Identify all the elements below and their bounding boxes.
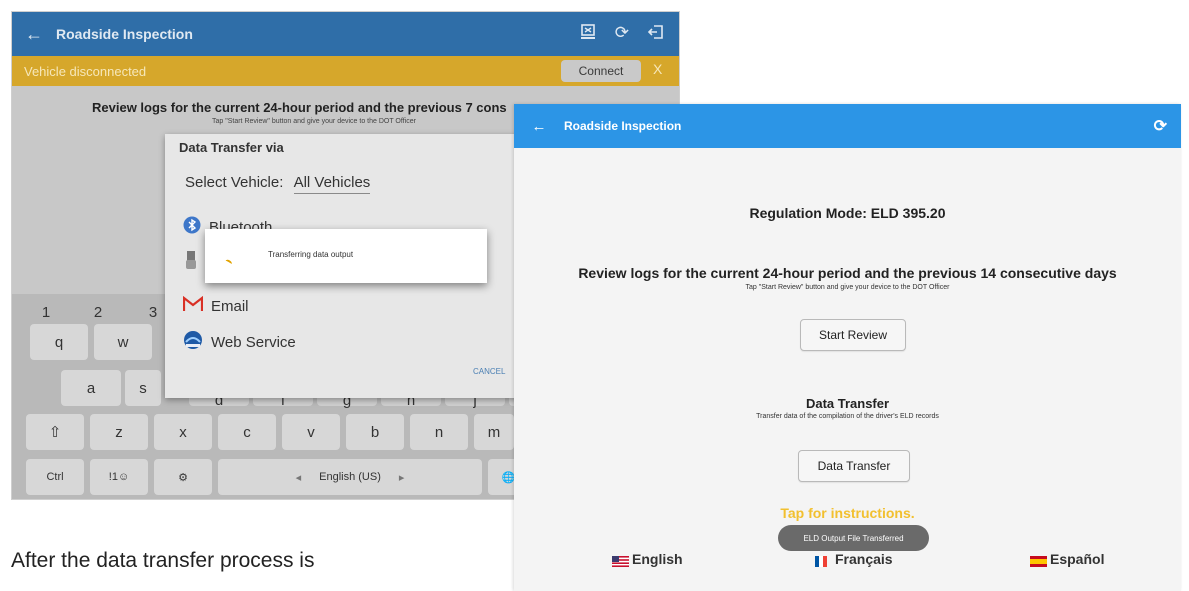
logout-icon[interactable] — [647, 23, 665, 46]
gmail-icon — [182, 295, 204, 316]
option-web-service[interactable]: Web Service — [183, 330, 296, 354]
fmcsa-icon — [183, 330, 203, 354]
right-app-title: Roadside Inspection — [564, 119, 682, 133]
key-w[interactable]: w — [94, 324, 152, 360]
regulation-mode: Regulation Mode: ELD 395.20 — [749, 205, 946, 221]
key-a[interactable]: a — [61, 370, 121, 406]
review-heading: Review logs for the current 24-hour peri… — [578, 265, 1117, 281]
vehicle-status-banner: Vehicle disconnected Connect X — [12, 56, 679, 86]
start-review-button[interactable]: Start Review — [800, 319, 906, 351]
left-review-heading: Review logs for the current 24-hour peri… — [92, 100, 507, 115]
usb-icon — [183, 250, 199, 274]
refresh-icon[interactable]: ⟳ — [615, 23, 629, 46]
data-transfer-heading: Data Transfer — [805, 396, 890, 411]
language-label: Español — [1050, 551, 1105, 567]
transfer-progress-dialog: Transferring data output — [205, 229, 487, 283]
select-vehicle-label: Select Vehicle: — [185, 174, 284, 191]
left-app-bar: ← Roadside Inspection ⟳ — [12, 12, 679, 56]
connect-button[interactable]: Connect — [561, 60, 641, 82]
key-shift[interactable]: ⇧ — [26, 414, 84, 450]
key-space[interactable]: ◂ English (US) ▸ — [218, 459, 482, 495]
caption-text: After the data transfer process is — [11, 549, 315, 572]
cancel-button[interactable]: CANCEL — [473, 367, 505, 376]
key-n[interactable]: n — [410, 414, 468, 450]
review-subtext: Tap "Start Review" button and give your … — [745, 284, 950, 291]
key-q[interactable]: q — [30, 324, 88, 360]
right-screenshot: ← Roadside Inspection ⟳ Regulation Mode:… — [514, 104, 1181, 591]
key-s[interactable]: s — [125, 370, 161, 406]
key-c[interactable]: c — [218, 414, 276, 450]
right-content: Regulation Mode: ELD 395.20 Review logs … — [514, 148, 1181, 591]
select-vehicle-dropdown[interactable]: All Vehicles — [293, 174, 371, 194]
us-flag-icon — [612, 554, 629, 567]
data-transfer-subtext: Transfer data of the compilation of the … — [756, 413, 939, 420]
loading-spinner-icon — [224, 258, 233, 267]
france-flag-icon — [815, 554, 832, 567]
eld-download-icon[interactable] — [579, 23, 597, 46]
language-label: English — [632, 551, 683, 567]
key-ctrl[interactable]: Ctrl — [26, 459, 84, 495]
left-app-title: Roadside Inspection — [56, 26, 193, 42]
page: ← Roadside Inspection ⟳ Vehicle disconne… — [0, 0, 1189, 591]
right-app-bar: ← Roadside Inspection ⟳ — [514, 104, 1181, 148]
space-language-label: English (US) — [319, 471, 381, 483]
key-x[interactable]: x — [154, 414, 212, 450]
key-b[interactable]: b — [346, 414, 404, 450]
refresh-icon[interactable]: ⟳ — [1154, 116, 1181, 136]
option-email[interactable]: Email — [182, 295, 249, 316]
settings-icon: ⚙ — [178, 471, 188, 484]
spain-flag-icon — [1030, 554, 1047, 567]
back-arrow-icon[interactable]: ← — [12, 24, 56, 45]
bluetooth-icon — [183, 216, 201, 238]
instructions-link[interactable]: Tap for instructions. — [514, 505, 1181, 521]
key-symbols[interactable]: !1☺ — [90, 459, 148, 495]
option-label: Web Service — [211, 333, 296, 351]
banner-text: Vehicle disconnected — [24, 63, 147, 79]
option-usb[interactable] — [183, 250, 199, 274]
left-app-actions: ⟳ — [579, 23, 679, 46]
language-label: Français — [835, 551, 893, 567]
option-label: Email — [211, 297, 249, 315]
key-m[interactable]: m — [474, 414, 514, 450]
toast-message: ELD Output File Transferred — [778, 525, 929, 551]
language-spanish[interactable]: Español — [1030, 551, 1104, 567]
dismiss-banner-button[interactable]: X — [653, 61, 662, 77]
select-vehicle-row: Select Vehicle: All Vehicles — [185, 174, 371, 194]
progress-text: Transferring data output — [268, 250, 354, 259]
data-transfer-button[interactable]: Data Transfer — [798, 450, 910, 482]
key-settings[interactable]: ⚙ — [154, 459, 212, 495]
language-english[interactable]: English — [612, 551, 683, 567]
key-z[interactable]: z — [90, 414, 148, 450]
left-review-subtext: Tap "Start Review" button and give your … — [212, 118, 416, 125]
language-french[interactable]: Français — [815, 551, 893, 567]
dialog-title: Data Transfer via — [179, 140, 284, 155]
key-v[interactable]: v — [282, 414, 340, 450]
back-arrow-icon[interactable]: ← — [514, 118, 564, 135]
